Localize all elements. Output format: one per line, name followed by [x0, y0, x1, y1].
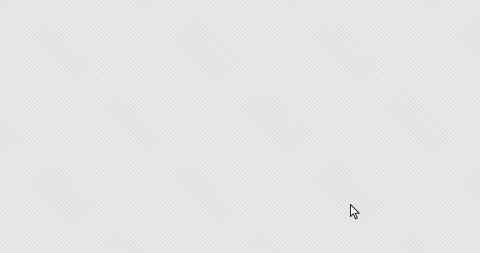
- arrow-pointer-icon: [350, 204, 360, 220]
- desktop-background[interactable]: [0, 0, 480, 253]
